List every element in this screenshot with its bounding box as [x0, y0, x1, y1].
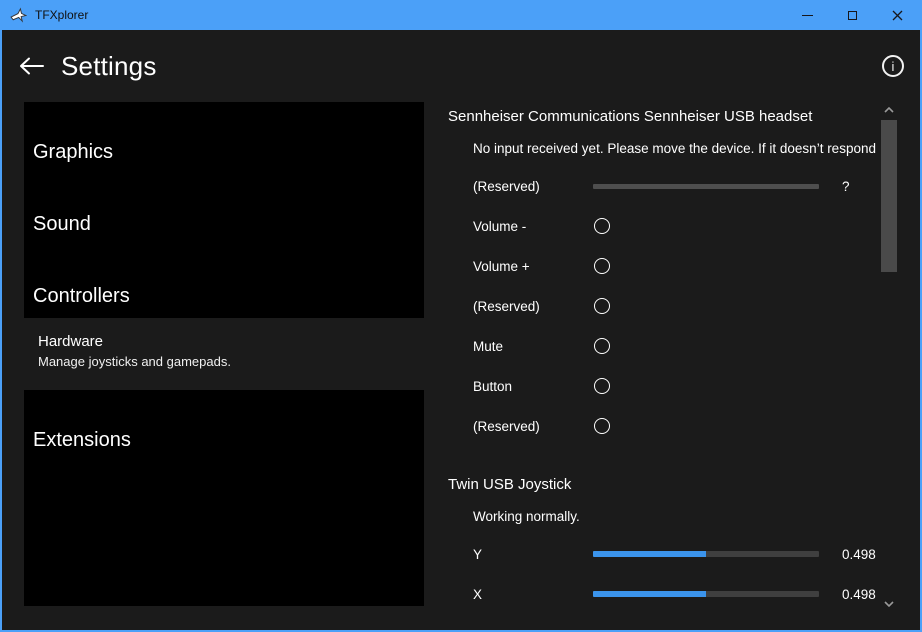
control-value: 0.498 — [842, 587, 876, 602]
info-button[interactable]: i — [882, 55, 904, 77]
device-joystick: Twin USB Joystick Working normally. Y 0.… — [448, 472, 881, 614]
axis-y-bar — [593, 551, 819, 557]
control-label: (Reserved) — [473, 419, 593, 434]
scroll-down-button[interactable] — [881, 596, 897, 612]
maximize-button[interactable] — [830, 0, 875, 30]
control-row: X 0.498 — [448, 574, 881, 614]
back-arrow-icon — [18, 56, 45, 76]
control-value: ? — [842, 179, 850, 194]
device-name: Sennheiser Communications Sennheiser USB… — [448, 104, 881, 130]
page-title: Settings — [61, 51, 157, 82]
control-row: (Reserved) — [448, 286, 881, 326]
info-icon: i — [892, 59, 895, 74]
right-margin — [897, 102, 920, 630]
nav-item-hardware-title: Hardware — [38, 331, 424, 352]
minimize-icon — [802, 15, 813, 16]
button-state-indicator — [594, 218, 610, 234]
button-state-indicator — [594, 418, 610, 434]
device-status: Working normally. — [473, 498, 881, 534]
control-label: (Reserved) — [473, 179, 593, 194]
nav-group-bottom: Extensions — [24, 390, 424, 606]
control-row: (Reserved) ? — [448, 166, 881, 206]
hardware-detail-pane: Sennheiser Communications Sennheiser USB… — [448, 102, 881, 630]
control-label: Volume + — [473, 259, 593, 274]
device-name: Twin USB Joystick — [448, 472, 881, 498]
control-row: Mute — [448, 326, 881, 366]
axis-x-bar — [593, 591, 819, 597]
control-value: 0.498 — [842, 547, 876, 562]
close-icon — [892, 10, 903, 21]
control-label: Volume - — [473, 219, 593, 234]
nav-item-graphics[interactable]: Graphics — [24, 116, 424, 188]
reserved-bar — [593, 184, 819, 189]
axis-y-fill — [593, 551, 706, 557]
button-state-indicator — [594, 378, 610, 394]
button-state-indicator — [594, 338, 610, 354]
control-label: (Reserved) — [473, 299, 593, 314]
page-header: Settings i — [2, 30, 920, 102]
device-headset: Sennheiser Communications Sennheiser USB… — [448, 104, 881, 446]
window-controls — [785, 0, 920, 30]
device-status: No input received yet. Please move the d… — [473, 130, 881, 166]
back-button[interactable] — [16, 51, 46, 81]
app-window: TFXplorer Settings i Graphics Sound Co — [0, 0, 922, 632]
control-row: Y 0.498 — [448, 534, 881, 574]
axis-x-fill — [593, 591, 706, 597]
app-title: TFXplorer — [35, 8, 88, 22]
control-label: Button — [473, 379, 593, 394]
control-row: Volume - — [448, 206, 881, 246]
control-row: Button — [448, 366, 881, 406]
settings-nav: Graphics Sound Controllers Hardware Mana… — [24, 102, 424, 630]
control-label: Mute — [473, 339, 593, 354]
minimize-button[interactable] — [785, 0, 830, 30]
nav-item-controllers[interactable]: Controllers — [24, 260, 424, 318]
close-button[interactable] — [875, 0, 920, 30]
control-label: X — [473, 587, 593, 602]
settings-content: Graphics Sound Controllers Hardware Mana… — [2, 102, 920, 630]
scroll-up-button[interactable] — [881, 102, 897, 118]
nav-item-hardware-selected[interactable]: Hardware Manage joysticks and gamepads. — [24, 318, 424, 390]
nav-item-sound[interactable]: Sound — [24, 188, 424, 260]
nav-item-extensions[interactable]: Extensions — [24, 404, 424, 476]
chevron-up-icon — [884, 107, 894, 113]
scrollbar-thumb[interactable] — [881, 120, 897, 272]
app-jet-icon — [10, 7, 27, 24]
chevron-down-icon — [884, 601, 894, 607]
button-state-indicator — [594, 298, 610, 314]
vertical-scrollbar[interactable] — [881, 102, 897, 612]
maximize-icon — [848, 11, 857, 20]
control-row: Volume + — [448, 246, 881, 286]
control-label: Y — [473, 547, 593, 562]
scrollbar-track[interactable] — [881, 118, 897, 596]
button-state-indicator — [594, 258, 610, 274]
nav-item-hardware-subtitle: Manage joysticks and gamepads. — [38, 352, 424, 371]
nav-group-top: Graphics Sound Controllers — [24, 102, 424, 318]
titlebar[interactable]: TFXplorer — [2, 0, 920, 30]
control-row: (Reserved) — [448, 406, 881, 446]
